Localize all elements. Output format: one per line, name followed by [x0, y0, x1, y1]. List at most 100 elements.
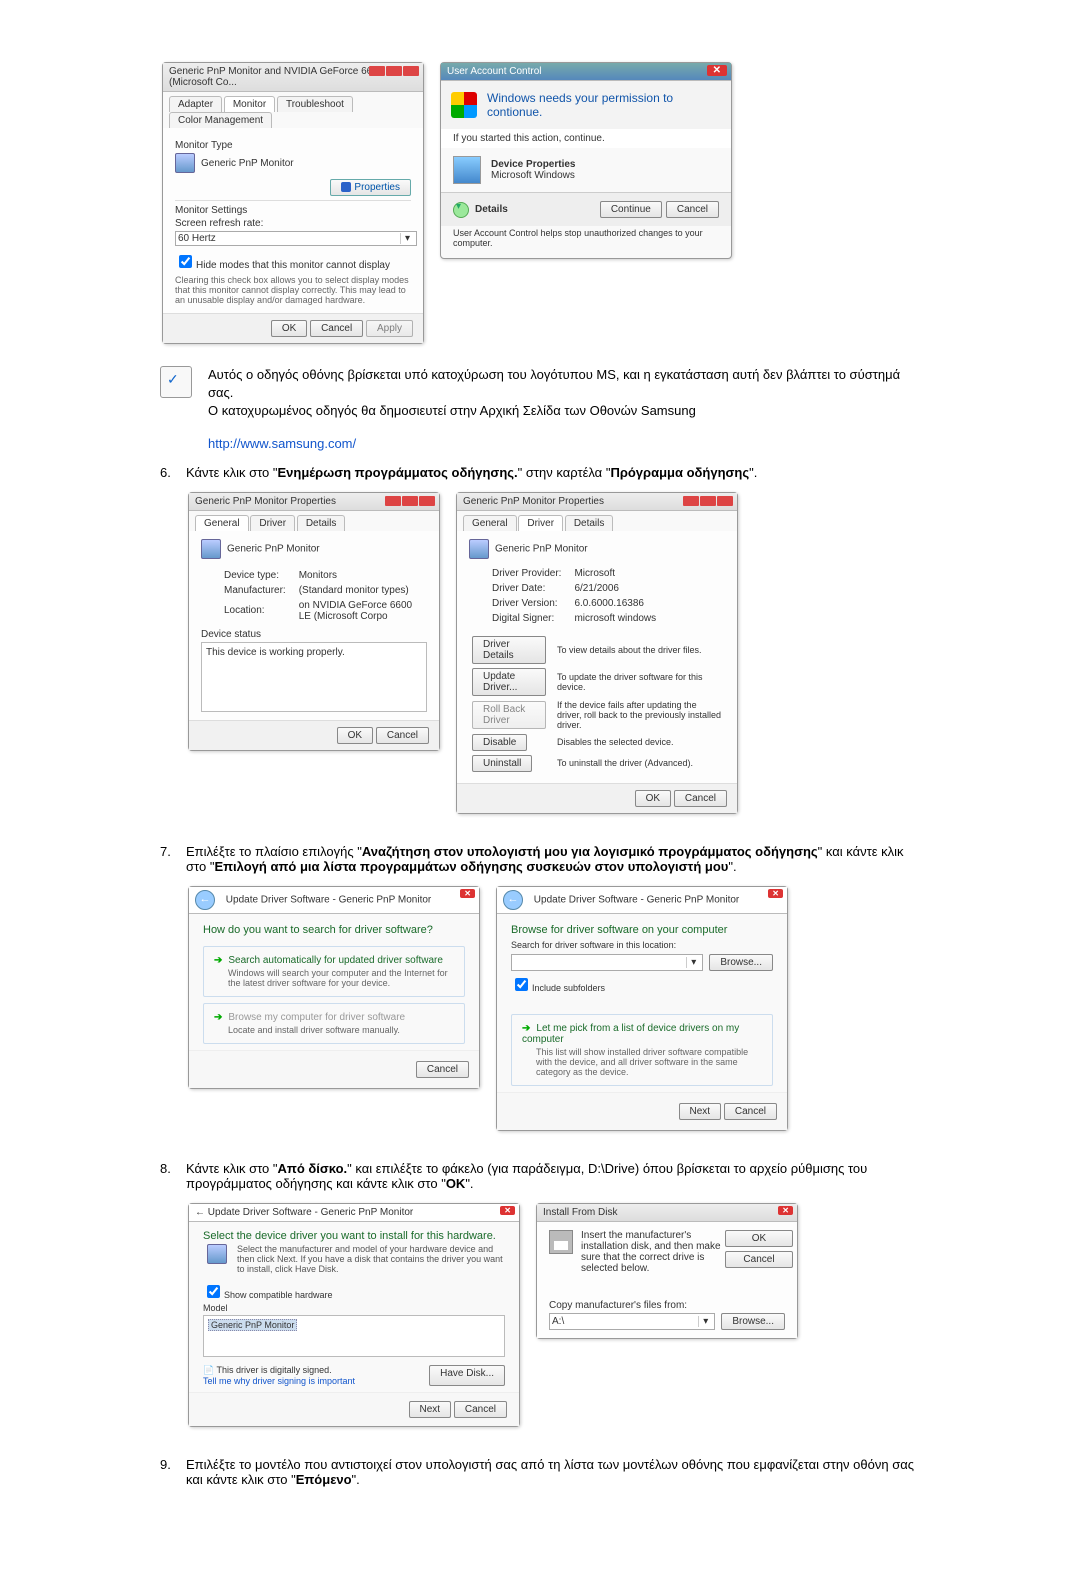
uac-dialog: User Account Control ✕ Windows needs you…	[440, 62, 732, 259]
cancel-button[interactable]: Cancel	[416, 1061, 469, 1078]
tab-details[interactable]: Details	[297, 515, 346, 531]
cancel-button[interactable]: Cancel	[666, 201, 719, 218]
back-icon[interactable]: ←	[503, 890, 523, 910]
include-subfolders-checkbox[interactable]	[515, 978, 528, 991]
option-browse-computer[interactable]: ➔Browse my computer for driver software …	[203, 1003, 465, 1044]
hide-modes-checkbox[interactable]	[179, 255, 192, 268]
floppy-icon	[549, 1230, 573, 1254]
uac-details-label[interactable]: Details	[475, 204, 600, 215]
tab-monitor[interactable]: Monitor	[224, 96, 275, 112]
uac-started-text: If you started this action, continue.	[441, 129, 731, 148]
note-line1: Αυτός ο οδηγός οθόνης βρίσκεται υπό κατο…	[208, 366, 920, 402]
monitor-type-label: Monitor Type	[175, 140, 411, 151]
tab-driver[interactable]: Driver	[518, 515, 563, 531]
step-9: 9. Επιλέξτε το μοντέλο που αντιστοιχεί σ…	[160, 1457, 920, 1487]
show-compatible-checkbox[interactable]	[207, 1285, 220, 1298]
model-item[interactable]: Generic PnP Monitor	[208, 1319, 297, 1331]
option-search-auto[interactable]: ➔Search automatically for updated driver…	[203, 946, 465, 997]
monitor-icon	[469, 539, 489, 559]
step8-number: 8.	[160, 1161, 186, 1429]
chevron-down-icon: ▾	[698, 1316, 712, 1327]
properties-driver-dialog: Generic PnP Monitor Properties General D…	[456, 492, 738, 814]
select-device-driver-dialog: ← Update Driver Software - Generic PnP M…	[188, 1203, 520, 1427]
cancel-button[interactable]: Cancel	[724, 1103, 777, 1120]
install-from-disk-dialog: Install From Disk ✕ Insert the manufactu…	[536, 1203, 798, 1339]
close-icon[interactable]: ✕	[778, 1206, 793, 1215]
continue-button[interactable]: Continue	[600, 201, 662, 218]
note-line2: Ο κατοχυρωμένος οδηγός θα δημοσιευτεί στ…	[208, 402, 920, 420]
uninstall-button[interactable]: Uninstall	[472, 755, 532, 772]
update-driver-wizard-search: ← Update Driver Software - Generic PnP M…	[188, 886, 480, 1089]
driver-details-button[interactable]: Driver Details	[472, 636, 546, 664]
have-disk-button[interactable]: Have Disk...	[429, 1365, 505, 1386]
next-button[interactable]: Next	[679, 1103, 722, 1120]
cancel-button[interactable]: Cancel	[310, 320, 363, 337]
arrow-icon: ➔	[522, 1023, 530, 1034]
dialog-titlebar: Generic PnP Monitor Properties	[457, 493, 737, 511]
step9-number: 9.	[160, 1457, 186, 1487]
refresh-rate-select[interactable]: 60 Hertz▾	[175, 231, 417, 246]
next-button[interactable]: Next	[409, 1401, 452, 1418]
cancel-button[interactable]: Cancel	[725, 1251, 793, 1268]
tab-driver[interactable]: Driver	[250, 515, 295, 531]
tab-details[interactable]: Details	[565, 515, 614, 531]
close-icon[interactable]: ✕	[768, 889, 783, 898]
tab-adapter[interactable]: Adapter	[169, 96, 222, 112]
location-combo[interactable]: ▾	[511, 954, 703, 971]
tab-troubleshoot[interactable]: Troubleshoot	[277, 96, 353, 112]
close-icon[interactable]: ✕	[707, 65, 727, 76]
step7-number: 7.	[160, 844, 186, 1133]
disable-button[interactable]: Disable	[472, 734, 527, 751]
step-8: 8. Κάντε κλικ στο "Από δίσκο." και επιλέ…	[160, 1161, 920, 1429]
monitor-icon	[175, 153, 195, 173]
ok-button[interactable]: OK	[725, 1230, 793, 1247]
uac-publisher: Microsoft Windows	[491, 170, 576, 181]
ok-button[interactable]: OK	[271, 320, 307, 337]
uac-titlebar: User Account Control ✕	[441, 63, 731, 81]
tab-general[interactable]: General	[195, 515, 249, 531]
uac-shield-icon	[451, 92, 477, 118]
browse-button[interactable]: Browse...	[709, 954, 773, 971]
ok-button[interactable]: OK	[635, 790, 671, 807]
tabs-row: Adapter Monitor Troubleshoot Color Manag…	[163, 92, 423, 128]
ok-button[interactable]: OK	[337, 727, 373, 744]
top-screenshots-row: Generic PnP Monitor and NVIDIA GeForce 6…	[160, 60, 920, 346]
browse-button[interactable]: Browse...	[721, 1313, 785, 1330]
uac-headline: Windows needs your permission to contion…	[487, 91, 721, 119]
cancel-button[interactable]: Cancel	[454, 1401, 507, 1418]
update-driver-button[interactable]: Update Driver...	[472, 668, 546, 696]
signing-info-link[interactable]: Tell me why driver signing is important	[203, 1376, 355, 1386]
roll-back-driver-button[interactable]: Roll Back Driver	[472, 701, 546, 729]
option-pick-from-list[interactable]: ➔Let me pick from a list of device drive…	[511, 1014, 773, 1086]
step6-number: 6.	[160, 465, 186, 816]
arrow-icon: ➔	[214, 955, 222, 966]
step-7: 7. Επιλέξτε το πλαίσιο επιλογής "Αναζήτη…	[160, 844, 920, 1133]
hide-modes-label: Hide modes that this monitor cannot disp…	[196, 260, 390, 271]
cancel-button[interactable]: Cancel	[376, 727, 429, 744]
model-listbox[interactable]: Generic PnP Monitor	[203, 1315, 505, 1357]
dialog-titlebar: Generic PnP Monitor and NVIDIA GeForce 6…	[163, 63, 423, 92]
chevron-down-icon: ▾	[686, 957, 700, 968]
properties-button[interactable]: Properties	[330, 179, 411, 196]
wizard-heading: Browse for driver software on your compu…	[497, 914, 787, 940]
back-icon[interactable]: ←	[195, 1207, 205, 1218]
monitor-properties-dialog: Generic PnP Monitor and NVIDIA GeForce 6…	[162, 62, 424, 344]
program-icon	[453, 156, 481, 184]
close-icon[interactable]: ✕	[500, 1206, 515, 1215]
tab-general[interactable]: General	[463, 515, 517, 531]
back-icon[interactable]: ←	[195, 890, 215, 910]
hide-modes-hint: Clearing this check box allows you to se…	[175, 275, 411, 305]
path-combo[interactable]: A:\▾	[549, 1313, 715, 1330]
tab-color-management[interactable]: Color Management	[169, 112, 272, 128]
wizard-heading: Select the device driver you want to ins…	[189, 1222, 519, 1244]
close-icon[interactable]: ✕	[460, 889, 475, 898]
monitor-icon	[201, 539, 221, 559]
uac-title: User Account Control	[447, 66, 542, 77]
chevron-down-icon: ▾	[400, 233, 414, 244]
uac-help-text: User Account Control helps stop unauthor…	[441, 226, 731, 258]
samsung-link[interactable]: http://www.samsung.com/	[208, 436, 356, 451]
apply-button[interactable]: Apply	[366, 320, 413, 337]
details-expand-icon[interactable]	[453, 202, 469, 218]
step-6: 6. Κάντε κλικ στο "Ενημέρωση προγράμματο…	[160, 465, 920, 816]
cancel-button[interactable]: Cancel	[674, 790, 727, 807]
